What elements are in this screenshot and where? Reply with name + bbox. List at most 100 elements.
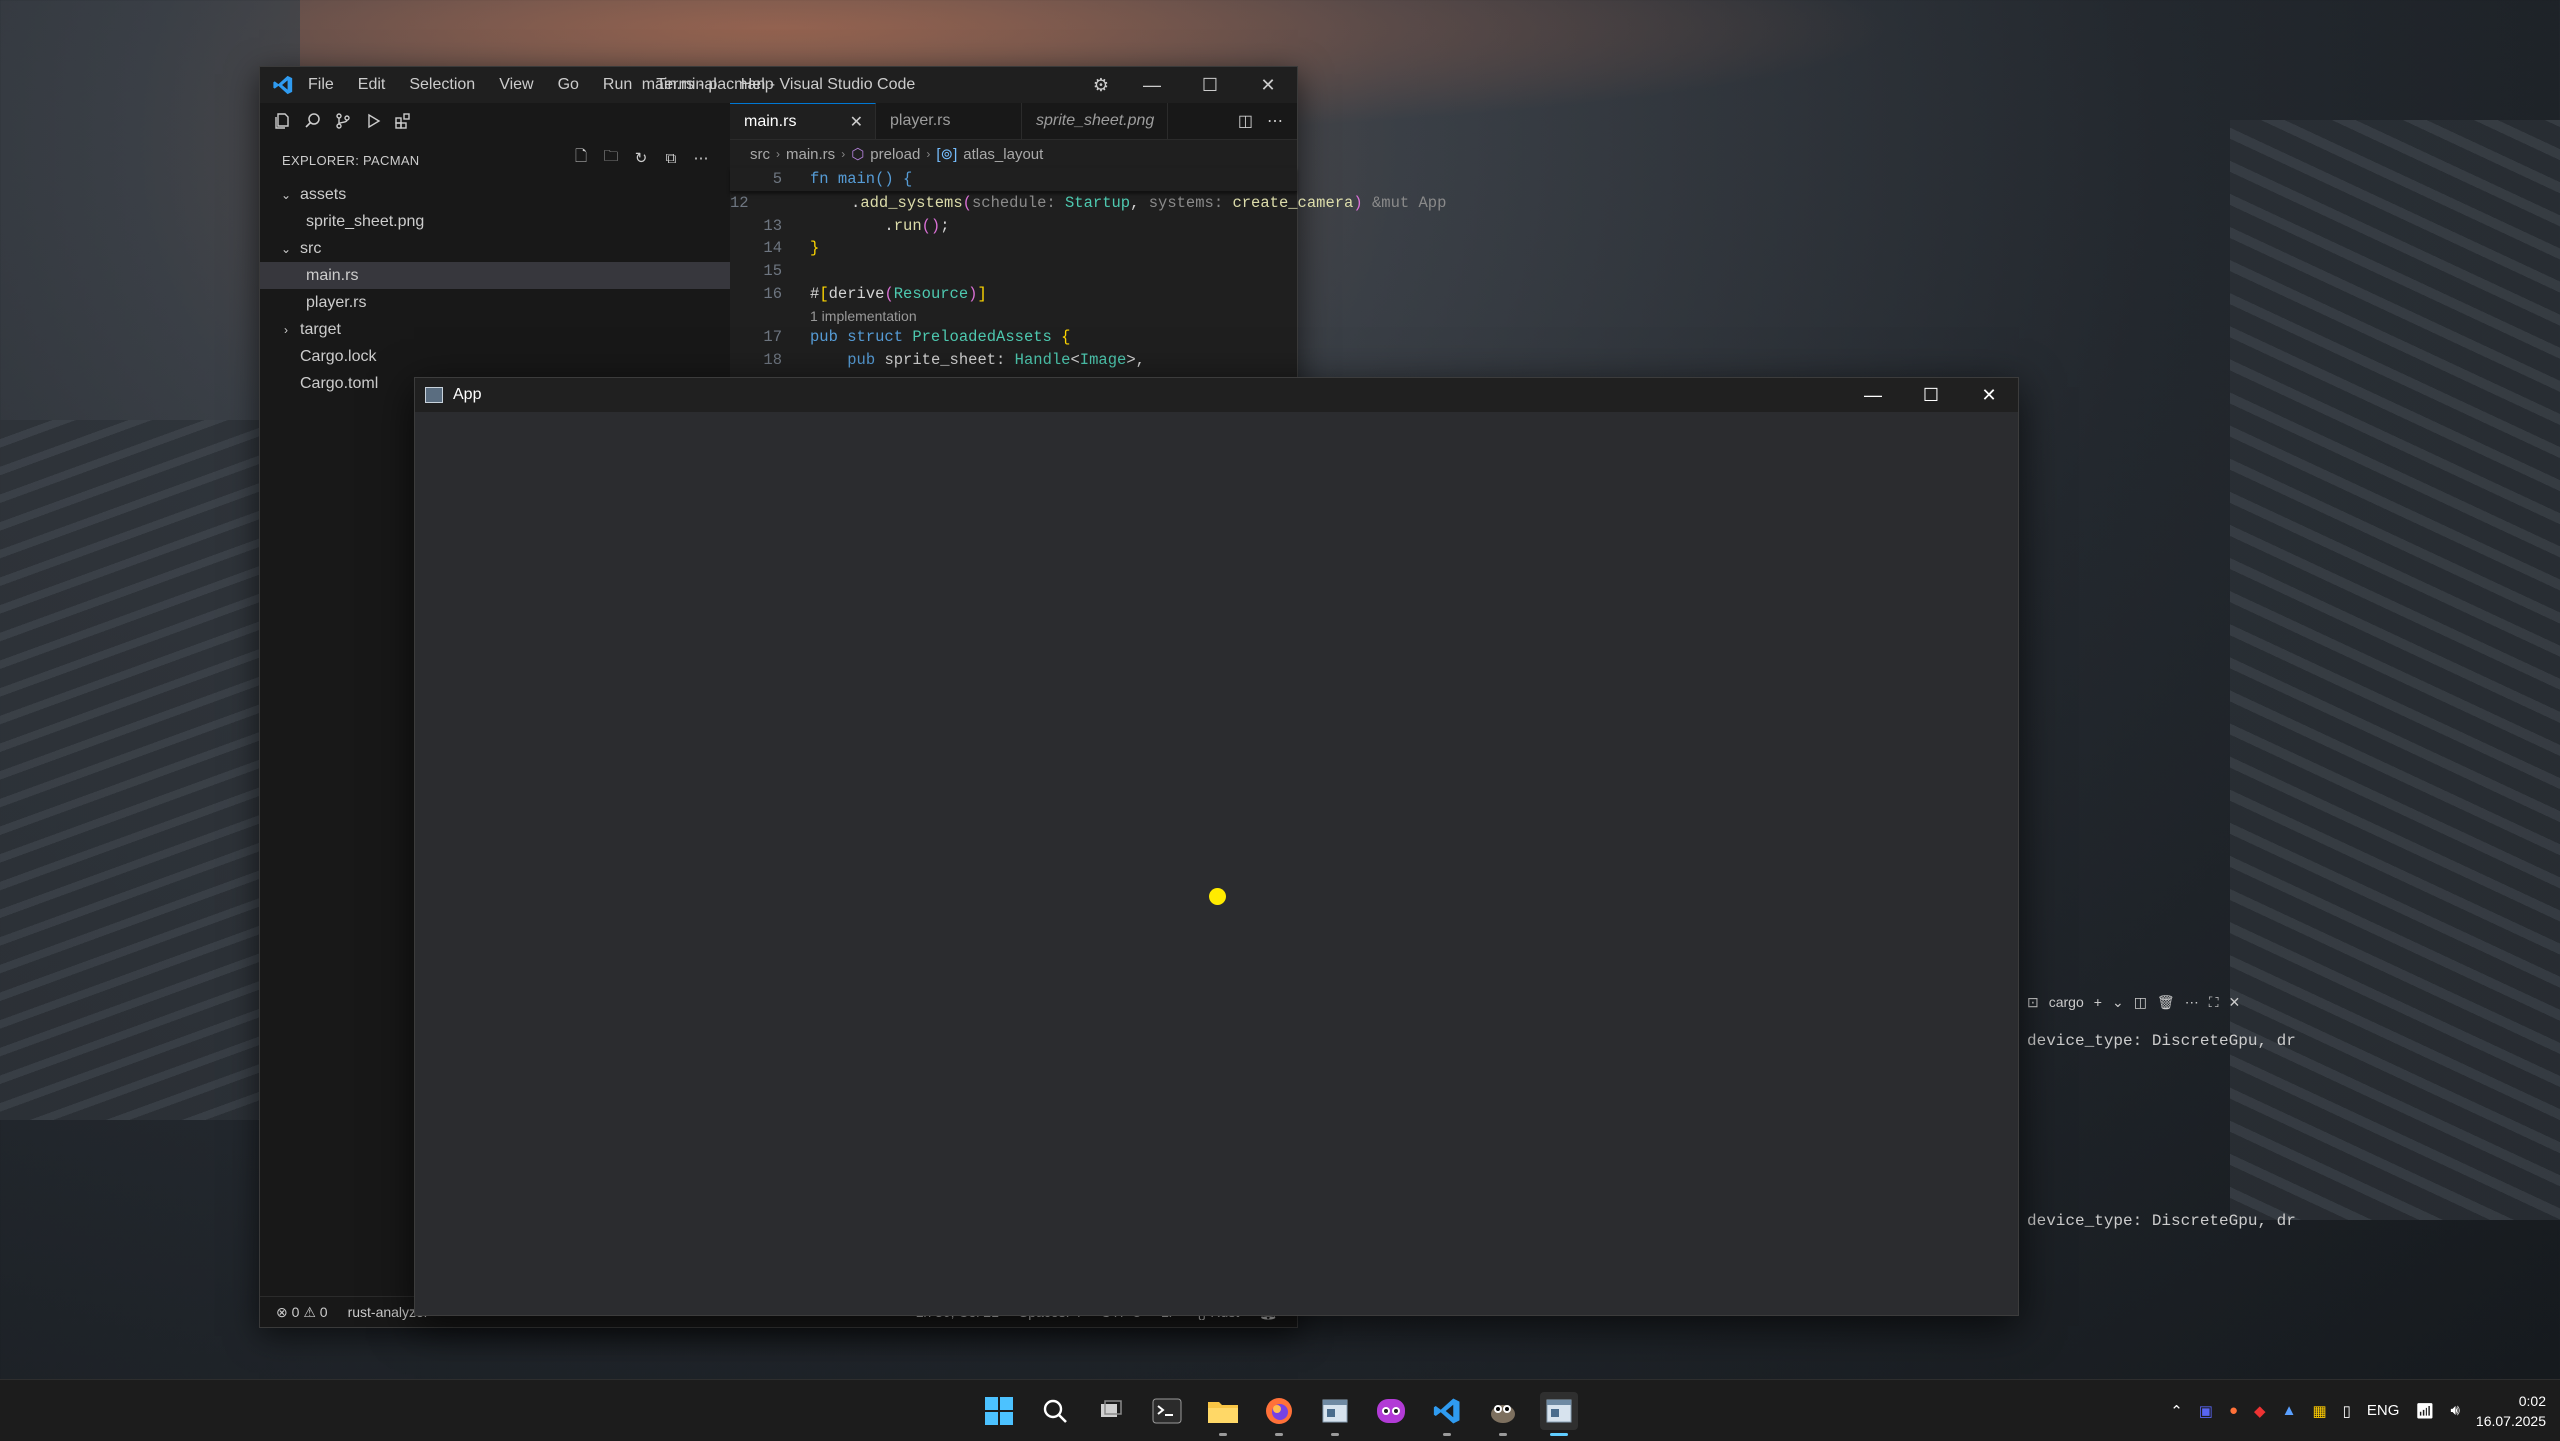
code-token: )	[1353, 193, 1363, 212]
tray-app-icon[interactable]: ●	[2229, 1402, 2238, 1419]
more-actions-icon[interactable]: ⋯	[2185, 994, 2199, 1011]
code-token: PreloadedAssets	[912, 327, 1052, 346]
breadcrumb-item[interactable]: main.rs	[786, 146, 835, 163]
tab-player-rs[interactable]: player.rs	[876, 103, 1022, 139]
wifi-icon[interactable]: 📶︎	[2415, 1402, 2434, 1420]
close-tab-icon[interactable]: ✕	[850, 112, 863, 132]
explorer-icon[interactable]	[268, 106, 298, 136]
warning-icon[interactable]: ⚠	[303, 1304, 316, 1321]
breadcrumb-item[interactable]: atlas_layout	[963, 146, 1043, 163]
new-folder-icon[interactable]: 🗀	[600, 147, 622, 169]
terminal-output-line: device_type: DiscreteGpu, dr	[2027, 1212, 2296, 1230]
menu-item-run[interactable]: Run	[603, 76, 632, 94]
close-button[interactable]: ✕	[1960, 378, 2018, 412]
breadcrumb: src › main.rs › ⬡ preload › [⊚] atlas_la…	[730, 140, 1297, 168]
menu-item-selection[interactable]: Selection	[409, 76, 475, 94]
tray-app-icon[interactable]: ▦	[2312, 1402, 2326, 1420]
minimize-button[interactable]: —	[1123, 67, 1181, 103]
task-view-icon[interactable]	[1092, 1392, 1130, 1430]
more-actions-icon[interactable]: ⋯	[1267, 111, 1283, 131]
terminal-app-icon[interactable]	[1148, 1392, 1186, 1430]
close-panel-icon[interactable]: ✕	[2229, 994, 2241, 1011]
chevron-right-icon: ›	[284, 322, 288, 337]
close-button[interactable]: ✕	[1239, 67, 1297, 103]
new-terminal-icon[interactable]: +	[2094, 994, 2102, 1010]
run-debug-icon[interactable]	[358, 106, 388, 136]
tree-folder[interactable]: ⌄ src	[260, 235, 730, 262]
menu-item-view[interactable]: View	[499, 76, 533, 94]
vscode-titlebar: File Edit Selection View Go Run Terminal Help m…	[260, 67, 1297, 103]
firefox-icon[interactable]	[1260, 1392, 1298, 1436]
source-control-icon[interactable]	[328, 106, 358, 136]
menu-item-terminal[interactable]: Terminal	[656, 76, 716, 94]
code-token: {	[1061, 327, 1071, 346]
menu-item-edit[interactable]: Edit	[358, 76, 386, 94]
tree-folder[interactable]: ⌄ assets	[260, 181, 730, 208]
tray-app-icon[interactable]: ◆	[2254, 1402, 2266, 1420]
split-editor-icon[interactable]: ◫	[1238, 111, 1253, 131]
tree-file[interactable]: main.rs	[260, 262, 730, 289]
split-terminal-icon[interactable]: ◫	[2134, 994, 2147, 1011]
app-window-active-icon[interactable]	[1540, 1391, 1578, 1436]
discord-style-app-icon[interactable]	[1372, 1392, 1410, 1430]
breadcrumb-item[interactable]: src	[750, 146, 770, 163]
tab-main-rs[interactable]: main.rs ✕	[730, 103, 876, 139]
terminal-tab-label[interactable]: cargo	[2049, 994, 2084, 1010]
warning-count[interactable]: 0	[320, 1304, 328, 1320]
app-controls: — ☐ ✕	[1844, 378, 2018, 412]
windows-start-icon[interactable]	[980, 1392, 1018, 1430]
app-window-icon[interactable]	[1316, 1392, 1354, 1436]
code-token: .	[776, 193, 861, 212]
tree-folder[interactable]: › target	[260, 316, 730, 343]
running-indicator	[1331, 1432, 1339, 1436]
tray-app-icon[interactable]: ▣	[2199, 1402, 2213, 1420]
new-file-icon[interactable]: 🗋	[570, 147, 592, 169]
tray-app-icon[interactable]: ▲	[2282, 1402, 2297, 1419]
tree-file[interactable]: Cargo.lock	[260, 343, 730, 370]
vscode-logo-icon	[273, 75, 293, 95]
code-token: .	[810, 216, 894, 235]
extensions-icon[interactable]	[388, 106, 418, 136]
line-number: 18	[763, 350, 782, 369]
running-indicator	[1219, 1432, 1227, 1436]
language-indicator[interactable]: ENG	[2367, 1402, 2400, 1419]
search-icon[interactable]	[1036, 1392, 1074, 1430]
tab-sprite-sheet-png[interactable]: sprite_sheet.png	[1022, 103, 1168, 139]
menu-item-help[interactable]: Help	[741, 76, 774, 94]
vscode-taskbar-icon[interactable]	[1428, 1392, 1466, 1436]
code-editor[interactable]: 5 fn main() { 12 .add_systems(schedule: …	[730, 168, 1446, 372]
trash-icon[interactable]: 🗑︎	[2157, 994, 2175, 1011]
minimize-button[interactable]: —	[1844, 378, 1902, 412]
maximize-button[interactable]: ☐	[1181, 67, 1239, 103]
usb-icon[interactable]: ▯	[2343, 1402, 2351, 1420]
maximize-panel-icon[interactable]: ⛶	[2209, 994, 2219, 1011]
gimp-icon[interactable]	[1484, 1392, 1522, 1436]
error-icon[interactable]: ⊗	[276, 1304, 288, 1321]
more-actions-icon[interactable]: ⋯	[690, 147, 712, 169]
breadcrumb-item[interactable]: preload	[870, 146, 920, 163]
volume-icon[interactable]: 🔊︎	[2450, 1402, 2459, 1419]
tree-file[interactable]: player.rs	[260, 289, 730, 316]
search-icon[interactable]	[298, 106, 328, 136]
code-text: pub sprite_sheet: Handle<Image>,	[810, 349, 1145, 372]
code-token: sprite_sheet:	[884, 350, 1015, 369]
error-count[interactable]: 0	[292, 1304, 300, 1320]
file-explorer-icon[interactable]	[1204, 1392, 1242, 1436]
chevron-up-icon[interactable]: ⌃	[2170, 1402, 2183, 1420]
tree-item-label: src	[300, 239, 322, 257]
collapse-all-icon[interactable]: ⧉	[660, 147, 682, 169]
game-canvas[interactable]	[415, 412, 2018, 1315]
tree-item-label: target	[300, 320, 341, 338]
sticky-code-text: fn main() {	[810, 170, 913, 188]
codelens-implementations[interactable]: 1 implementation	[730, 306, 1297, 326]
clock[interactable]: 0:02 16.07.2025	[2476, 1391, 2546, 1431]
settings-gear-icon[interactable]: ⚙	[1079, 67, 1123, 103]
menu-item-go[interactable]: Go	[558, 76, 579, 94]
menu-item-file[interactable]: File	[308, 76, 334, 94]
tree-file[interactable]: sprite_sheet.png	[260, 208, 730, 235]
maximize-button[interactable]: ☐	[1902, 378, 1960, 412]
chevron-right-icon: ›	[776, 147, 780, 161]
tree-item-label: sprite_sheet.png	[306, 212, 425, 230]
refresh-icon[interactable]: ↻	[630, 147, 652, 169]
chevron-down-icon[interactable]: ⌄	[2112, 994, 2124, 1011]
